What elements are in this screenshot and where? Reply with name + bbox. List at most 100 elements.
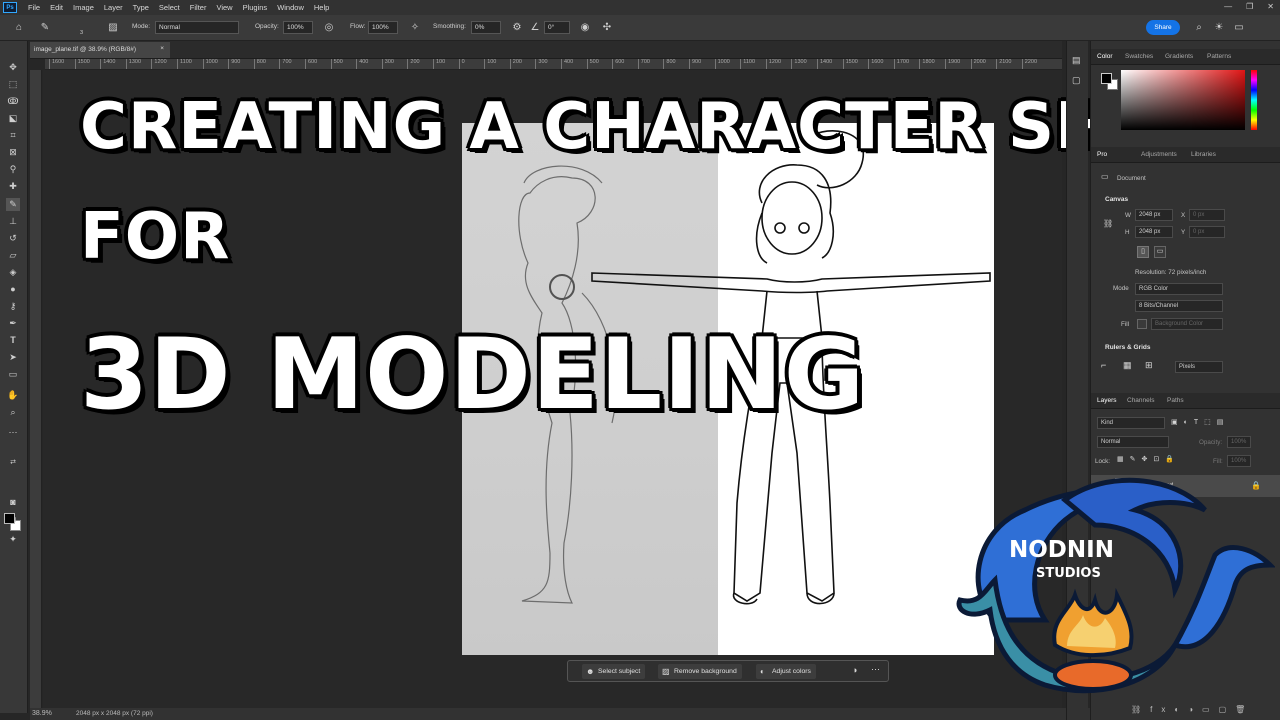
smoothing-field[interactable]: 0% bbox=[471, 21, 501, 34]
width-field[interactable]: 2048 px bbox=[1135, 209, 1173, 221]
adjust-colors-button[interactable]: ◐ Adjust colors bbox=[756, 664, 816, 679]
layer-filter-kind[interactable]: Kind bbox=[1097, 417, 1165, 429]
tab-gradients[interactable]: Gradients bbox=[1165, 53, 1193, 60]
menu-image[interactable]: Image bbox=[68, 3, 99, 12]
mode-select[interactable]: Normal bbox=[155, 21, 239, 34]
flow-field[interactable]: 100% bbox=[368, 21, 398, 34]
more-options-icon[interactable]: ⋯ bbox=[871, 664, 880, 675]
eraser-tool-icon[interactable]: ▱ bbox=[6, 249, 20, 262]
menu-layer[interactable]: Layer bbox=[99, 3, 128, 12]
close-tab-icon[interactable]: × bbox=[160, 45, 164, 52]
search-icon[interactable]: ⌕ bbox=[1192, 21, 1206, 35]
maximize-icon[interactable]: ❐ bbox=[1246, 2, 1253, 11]
blur-tool-icon[interactable]: ● bbox=[6, 283, 20, 296]
type-tool-icon[interactable]: T bbox=[6, 334, 20, 347]
tab-paths[interactable]: Paths bbox=[1167, 397, 1184, 404]
tab-adjustments[interactable]: Adjustments bbox=[1141, 151, 1177, 158]
quick-mask-icon[interactable]: ◙ bbox=[6, 496, 20, 509]
landscape-icon[interactable]: ▭ bbox=[1154, 246, 1166, 258]
eyedropper-tool-icon[interactable]: ⚲ bbox=[6, 163, 20, 176]
swap-colors-icon[interactable]: ⇄ bbox=[6, 456, 20, 469]
rectangle-tool-icon[interactable]: ▭ bbox=[6, 368, 20, 381]
tab-channels[interactable]: Channels bbox=[1127, 397, 1154, 404]
lasso-tool-icon[interactable]: ↂ bbox=[6, 95, 20, 108]
minimize-icon[interactable]: — bbox=[1224, 2, 1232, 11]
panel-foreground-swatch[interactable] bbox=[1101, 73, 1112, 84]
x-field[interactable]: 0 px bbox=[1189, 209, 1225, 221]
tab-properties[interactable]: Pro bbox=[1097, 151, 1107, 158]
fill-color-swatch[interactable] bbox=[1137, 319, 1147, 329]
tab-layers[interactable]: Layers bbox=[1097, 397, 1117, 404]
home-icon[interactable]: ⌂ bbox=[12, 21, 26, 35]
rulers-grids-header[interactable]: Rulers & Grids bbox=[1105, 344, 1151, 351]
layer-footer-icons[interactable]: ⛓fx◐◑▭▢🗑 bbox=[1131, 705, 1254, 714]
menu-window[interactable]: Window bbox=[272, 3, 309, 12]
smoothing-settings-icon[interactable]: ⚙ bbox=[510, 21, 524, 35]
zoom-tool-icon[interactable]: ⌕ bbox=[6, 406, 20, 419]
foreground-color-swatch[interactable] bbox=[4, 513, 15, 524]
tab-swatches[interactable]: Swatches bbox=[1125, 53, 1153, 60]
tab-libraries[interactable]: Libraries bbox=[1191, 151, 1216, 158]
layer-filter-icons[interactable]: ▣◐T⬚▤ bbox=[1171, 418, 1229, 426]
color-picker-field[interactable] bbox=[1121, 70, 1245, 130]
menu-view[interactable]: View bbox=[211, 3, 237, 12]
tab-patterns[interactable]: Patterns bbox=[1207, 53, 1231, 60]
airbrush-icon[interactable]: ✧ bbox=[408, 21, 422, 35]
menu-filter[interactable]: Filter bbox=[185, 3, 212, 12]
bulb-icon[interactable]: ☀ bbox=[1212, 21, 1226, 35]
link-icon[interactable]: ⛓ bbox=[1103, 219, 1113, 228]
symmetry-icon[interactable]: ✣ bbox=[600, 21, 614, 35]
more-tools-icon[interactable]: ⋯ bbox=[6, 426, 20, 439]
menu-file[interactable]: File bbox=[23, 3, 45, 12]
menu-select[interactable]: Select bbox=[154, 3, 185, 12]
hand-tool-icon[interactable]: ✋ bbox=[6, 389, 20, 402]
healing-tool-icon[interactable]: ✚ bbox=[6, 180, 20, 193]
gradient-tool-icon[interactable]: ◈ bbox=[6, 266, 20, 279]
stamp-tool-icon[interactable]: ⊥ bbox=[6, 215, 20, 228]
history-brush-icon[interactable]: ↺ bbox=[6, 232, 20, 245]
pen-tool-icon[interactable]: ✒ bbox=[6, 317, 20, 330]
dodge-tool-icon[interactable]: ⚷ bbox=[6, 300, 20, 313]
frame-tool-icon[interactable]: ⊠ bbox=[6, 146, 20, 159]
ruler-icon[interactable]: ⌐ bbox=[1101, 360, 1106, 370]
y-field[interactable]: 0 px bbox=[1189, 226, 1225, 238]
brush-preset-icon[interactable]: ✎ bbox=[38, 21, 52, 35]
generative-icon[interactable]: ✦ bbox=[6, 533, 20, 546]
menu-type[interactable]: Type bbox=[128, 3, 154, 12]
color-mode-select[interactable]: RGB Color bbox=[1135, 283, 1223, 295]
menu-edit[interactable]: Edit bbox=[45, 3, 68, 12]
lock-icons[interactable]: ▦✎✥⊡🔒 bbox=[1117, 455, 1180, 463]
pressure-size-icon[interactable]: ◉ bbox=[578, 21, 592, 35]
layer-opacity-field[interactable]: 100% bbox=[1227, 436, 1251, 448]
opacity-field[interactable]: 100% bbox=[283, 21, 313, 34]
move-tool-icon[interactable]: ✥ bbox=[6, 61, 20, 74]
portrait-icon[interactable]: ▯ bbox=[1137, 246, 1149, 258]
layer-fill-field[interactable]: 100% bbox=[1227, 455, 1251, 467]
menu-plugins[interactable]: Plugins bbox=[238, 3, 273, 12]
remove-background-button[interactable]: ▨ Remove background bbox=[658, 664, 742, 679]
brush-tool-icon[interactable]: ✎ bbox=[6, 198, 20, 211]
grid-icon[interactable]: ▦ bbox=[1123, 360, 1132, 371]
comments-panel-icon[interactable]: ▢ bbox=[1072, 75, 1081, 86]
object-select-tool-icon[interactable]: ⬕ bbox=[6, 112, 20, 125]
blend-mode-select[interactable]: Normal bbox=[1097, 436, 1169, 448]
path-select-tool-icon[interactable]: ➤ bbox=[6, 351, 20, 364]
close-window-icon[interactable]: ✕ bbox=[1267, 2, 1274, 11]
bit-depth-select[interactable]: 8 Bits/Channel bbox=[1135, 300, 1223, 312]
tab-color[interactable]: Color bbox=[1097, 53, 1113, 60]
share-button[interactable]: Share bbox=[1146, 20, 1180, 35]
pressure-opacity-icon[interactable]: ◎ bbox=[322, 21, 336, 35]
history-panel-icon[interactable]: ▤ bbox=[1072, 55, 1081, 66]
marquee-tool-icon[interactable]: ⬚ bbox=[6, 78, 20, 91]
document-tab[interactable]: image_plane.tif @ 38.9% (RGB/8#) × bbox=[30, 42, 170, 58]
fill-select[interactable]: Background Color bbox=[1151, 318, 1223, 330]
hue-slider[interactable] bbox=[1251, 70, 1257, 130]
height-field[interactable]: 2048 px bbox=[1135, 226, 1173, 238]
select-subject-button[interactable]: ☻ Select subject bbox=[582, 664, 646, 679]
menu-help[interactable]: Help bbox=[309, 3, 334, 12]
angle-field[interactable]: 0° bbox=[544, 21, 570, 34]
workspace-icon[interactable]: ▭ bbox=[1232, 21, 1246, 35]
brush-settings-icon[interactable]: ▨ bbox=[106, 21, 120, 35]
crop-tool-icon[interactable]: ⌗ bbox=[6, 129, 20, 142]
units-select[interactable]: Pixels bbox=[1175, 361, 1223, 373]
